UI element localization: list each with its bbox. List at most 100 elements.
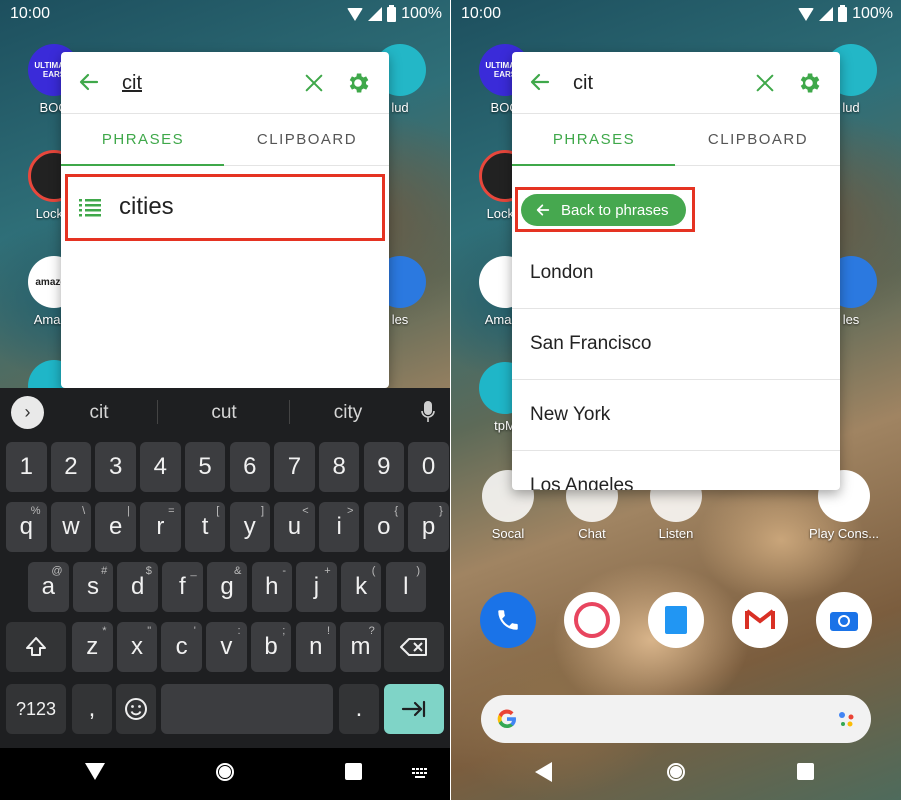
- key-w[interactable]: w \: [50, 502, 92, 552]
- expand-icon[interactable]: ›: [11, 396, 44, 429]
- key-c[interactable]: c ': [161, 622, 202, 672]
- key-p[interactable]: p}: [408, 502, 449, 552]
- clear-icon[interactable]: [303, 72, 325, 94]
- key-d[interactable]: d $: [117, 562, 158, 612]
- city-item[interactable]: Los Angeles: [512, 451, 840, 490]
- city-item[interactable]: San Francisco: [512, 309, 840, 380]
- emoji-key[interactable]: [116, 684, 156, 734]
- key-z[interactable]: z *: [72, 622, 113, 672]
- key-i[interactable]: i >: [318, 502, 360, 552]
- key-label: u: [287, 513, 302, 540]
- search-input[interactable]: cit: [122, 72, 142, 95]
- key-9[interactable]: 9: [363, 442, 405, 492]
- key-label: r: [156, 513, 165, 540]
- key-v[interactable]: v:: [206, 622, 247, 672]
- key-label: i: [336, 513, 342, 540]
- key-l[interactable]: l): [385, 562, 427, 612]
- key-6[interactable]: 6: [229, 442, 270, 492]
- home-circle-icon[interactable]: [215, 762, 235, 782]
- shift-key[interactable]: [6, 622, 66, 672]
- key-label: x: [130, 633, 143, 660]
- key-o[interactable]: o{: [363, 502, 405, 552]
- city-item[interactable]: New York: [512, 380, 840, 451]
- symbols-key[interactable]: ?123: [6, 684, 66, 734]
- left-screen: 10:00 100% ULTIMATE EARS BOO Lockw amazo…: [0, 0, 450, 800]
- recents-square-icon[interactable]: [345, 763, 362, 780]
- key-q[interactable]: q%: [6, 502, 47, 552]
- key-label: y: [243, 513, 256, 540]
- space-key[interactable]: [161, 684, 333, 734]
- key-g[interactable]: g &: [206, 562, 248, 612]
- key-2[interactable]: 2: [50, 442, 92, 492]
- key-s[interactable]: s #: [72, 562, 114, 612]
- city-item[interactable]: London: [512, 238, 840, 309]
- back-arrow-icon[interactable]: [77, 70, 101, 94]
- key-label: 3: [108, 453, 123, 480]
- battery-percent: 100%: [852, 5, 893, 22]
- key-label: 8: [332, 453, 346, 480]
- key-e[interactable]: e |: [95, 502, 136, 552]
- key-m[interactable]: m?: [340, 622, 381, 672]
- firefox-focus-icon[interactable]: [564, 592, 620, 648]
- clear-icon[interactable]: [754, 72, 776, 94]
- comma-key[interactable]: ,: [72, 684, 112, 734]
- key-4[interactable]: 4: [140, 442, 181, 492]
- keyboard-switch-icon[interactable]: [411, 767, 429, 779]
- status-bar: 10:00 100%: [0, 0, 450, 28]
- key-a[interactable]: a @: [28, 562, 69, 612]
- key-8[interactable]: 8: [318, 442, 360, 492]
- key-label: 2: [64, 453, 78, 480]
- key-h[interactable]: h-: [251, 562, 292, 612]
- enter-key[interactable]: [384, 684, 444, 734]
- key-b[interactable]: b;: [250, 622, 292, 672]
- key-f[interactable]: f _: [162, 562, 203, 612]
- key-7[interactable]: 7: [274, 442, 315, 492]
- suggestion-1[interactable]: cit: [49, 402, 149, 424]
- key-k[interactable]: k(: [340, 562, 382, 612]
- period-key[interactable]: .: [339, 684, 379, 734]
- camera-icon[interactable]: [816, 592, 872, 648]
- key-u[interactable]: u <: [274, 502, 315, 552]
- google-search-bar[interactable]: [481, 695, 871, 743]
- key-label: ,: [88, 695, 96, 722]
- tab-clipboard[interactable]: CLIPBOARD: [225, 114, 389, 165]
- key-hint: |: [127, 505, 130, 517]
- back-arrow-icon[interactable]: [528, 70, 552, 94]
- key-0[interactable]: 0: [408, 442, 449, 492]
- back-triangle-icon[interactable]: [85, 763, 105, 781]
- docs-icon[interactable]: [648, 592, 704, 648]
- gear-icon[interactable]: [796, 70, 822, 96]
- key-3[interactable]: 3: [95, 442, 136, 492]
- key-5[interactable]: 5: [184, 442, 226, 492]
- back-triangle-icon[interactable]: [535, 762, 553, 782]
- suggestion-2[interactable]: cut: [174, 402, 274, 424]
- phone-icon[interactable]: [480, 592, 536, 648]
- delete-key[interactable]: [384, 622, 444, 672]
- google-g-icon: [497, 709, 517, 729]
- gmail-icon[interactable]: [732, 592, 788, 648]
- key-t[interactable]: t[: [184, 502, 226, 552]
- emoji-icon: [125, 698, 147, 720]
- tab-clipboard[interactable]: CLIPBOARD: [676, 114, 840, 165]
- key-r[interactable]: r =: [140, 502, 181, 552]
- key-hint: ]: [260, 505, 264, 517]
- key-n[interactable]: n!: [295, 622, 336, 672]
- key-label: c: [175, 633, 188, 660]
- mic-icon[interactable]: [421, 400, 435, 424]
- assistant-icon[interactable]: [837, 709, 857, 729]
- key-label: g: [220, 573, 234, 600]
- key-y[interactable]: y]: [229, 502, 270, 552]
- key-x[interactable]: x ": [116, 622, 158, 672]
- tab-phrases[interactable]: PHRASES: [61, 114, 225, 165]
- home-circle-icon[interactable]: [666, 762, 686, 782]
- key-j[interactable]: j +: [296, 562, 337, 612]
- key-hint: ?: [368, 625, 375, 637]
- gear-icon[interactable]: [345, 70, 371, 96]
- tab-phrases[interactable]: PHRASES: [512, 114, 676, 165]
- suggestion-3[interactable]: city: [298, 402, 398, 424]
- recents-square-icon[interactable]: [797, 763, 814, 780]
- key-1[interactable]: 1: [6, 442, 47, 492]
- key-hint: ": [147, 625, 152, 637]
- folder-label: Play Cons...: [808, 526, 880, 541]
- search-input[interactable]: cit: [573, 72, 593, 95]
